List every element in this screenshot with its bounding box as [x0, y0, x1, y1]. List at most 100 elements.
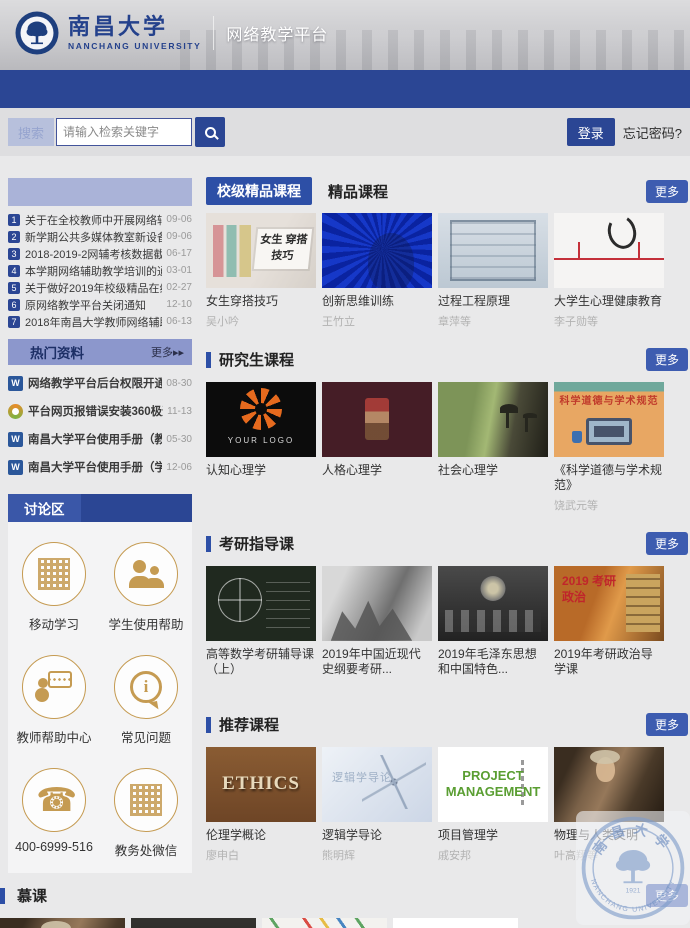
- course-title[interactable]: 逻辑学导论: [322, 828, 432, 844]
- course-card[interactable]: ETHICS 伦理学概论 廖申白: [206, 747, 316, 863]
- course-title[interactable]: 女生穿搭技巧: [206, 294, 316, 310]
- nav-item[interactable]: [128, 85, 140, 93]
- discussion-shortcut[interactable]: 常见问题: [102, 655, 190, 746]
- course-title[interactable]: 社会心理学: [438, 463, 548, 479]
- shortcut-circle[interactable]: [114, 542, 178, 606]
- course-card[interactable]: 学术基本要素：专业论文写作: [262, 918, 387, 928]
- course-card[interactable]: 前进中的物理学与人类文明 尹澜: [131, 918, 256, 928]
- discussion-shortcut[interactable]: 移动学习: [10, 542, 98, 633]
- course-thumbnail[interactable]: 女生 穿搭技巧: [206, 213, 316, 288]
- course-thumbnail[interactable]: [322, 566, 432, 641]
- course-title[interactable]: 高等数学考研辅导课（上）: [206, 647, 316, 678]
- news-item[interactable]: 2 新学期公共多媒体教室新设备使... 09-06: [8, 228, 192, 245]
- hot-material-item[interactable]: 南昌大学平台使用手册（教师） 05-30: [8, 425, 192, 453]
- course-title[interactable]: 2019年考研政治导学课: [554, 647, 664, 678]
- course-title[interactable]: 2019年毛泽东思想和中国特色...: [438, 647, 548, 678]
- course-thumbnail[interactable]: [438, 566, 548, 641]
- news-item[interactable]: 1 关于在全校教师中开展网络辅助... 09-06: [8, 211, 192, 228]
- news-item[interactable]: 4 本学期网络辅助教学培训的通知 03-01: [8, 262, 192, 279]
- course-thumbnail[interactable]: [131, 918, 256, 928]
- news-title[interactable]: 关于做好2019年校级精品在线...: [25, 280, 162, 296]
- featured-badge-button[interactable]: 校级精品课程: [206, 177, 312, 205]
- course-thumbnail[interactable]: 2019 考研政治: [554, 566, 664, 641]
- news-title[interactable]: 关于在全校教师中开展网络辅助...: [25, 212, 162, 228]
- course-thumbnail[interactable]: PROJECT MANAGEMENT: [393, 918, 518, 928]
- hot-material-item[interactable]: 网络教学平台后台权限开通申请... 08-30: [8, 369, 192, 397]
- hot-material-title[interactable]: 网络教学平台后台权限开通申请...: [28, 375, 162, 391]
- news-item[interactable]: 5 关于做好2019年校级精品在线... 02-27: [8, 279, 192, 296]
- more-button[interactable]: 更多: [646, 180, 688, 203]
- course-card[interactable]: 科学道德与学术规范 《科学道德与学术规范》 饶武元等: [554, 382, 664, 513]
- course-title[interactable]: 认知心理学: [206, 463, 316, 479]
- course-card[interactable]: 女生 穿搭技巧 女生穿搭技巧 吴小吟: [206, 213, 316, 329]
- search-input[interactable]: [56, 118, 192, 146]
- course-title[interactable]: 伦理学概论: [206, 828, 316, 844]
- forgot-password-link[interactable]: 忘记密码?: [623, 123, 682, 142]
- hot-material-item[interactable]: 南昌大学平台使用手册（学生） 12-06: [8, 453, 192, 481]
- shortcut-circle[interactable]: [22, 768, 86, 832]
- news-title[interactable]: 本学期网络辅助教学培训的通知: [25, 263, 162, 279]
- more-button[interactable]: 更多: [646, 713, 688, 736]
- news-tab[interactable]: [8, 178, 100, 206]
- shortcut-circle[interactable]: [114, 655, 178, 719]
- course-thumbnail[interactable]: 逻辑学导论: [322, 747, 432, 822]
- shortcut-circle[interactable]: [22, 655, 86, 719]
- course-thumbnail[interactable]: [322, 382, 432, 457]
- course-card[interactable]: 人格心理学: [322, 382, 432, 513]
- course-thumbnail[interactable]: 科学道德与学术规范: [554, 382, 664, 457]
- news-title[interactable]: 原网络教学平台关闭通知: [25, 297, 162, 313]
- news-item[interactable]: 3 2018-2019-2网辅考核数据截止... 06-17: [8, 245, 192, 262]
- course-card[interactable]: PROJECT MANAGEMENT 项目管理学 戚安邦: [393, 918, 518, 928]
- course-title[interactable]: 2019年中国近现代史纲要考研...: [322, 647, 432, 678]
- course-card[interactable]: PROJECT MANAGEMENT 项目管理学 戚安邦: [438, 747, 548, 863]
- news-title[interactable]: 新学期公共多媒体教室新设备使...: [25, 229, 162, 245]
- news-tab[interactable]: [100, 178, 192, 206]
- course-card[interactable]: 过程工程原理 章萍等: [438, 213, 548, 329]
- shortcut-circle[interactable]: [114, 768, 178, 832]
- login-button[interactable]: 登录: [567, 118, 615, 146]
- nav-item[interactable]: [166, 85, 178, 93]
- course-title[interactable]: 过程工程原理: [438, 294, 548, 310]
- course-card[interactable]: 大学生心理健康教育 李子勋等: [554, 213, 664, 329]
- discussion-shortcut[interactable]: 教师帮助中心: [10, 655, 98, 746]
- hot-material-item[interactable]: 平台网页报错误安装360极速浏... 11-13: [8, 397, 192, 425]
- course-card[interactable]: 物理与人类文明 叶高翔等: [0, 918, 125, 928]
- news-item[interactable]: 6 原网络教学平台关闭通知 12-10: [8, 296, 192, 313]
- course-thumbnail[interactable]: [322, 213, 432, 288]
- course-title[interactable]: 人格心理学: [322, 463, 432, 479]
- news-title[interactable]: 2018-2019-2网辅考核数据截止...: [25, 246, 162, 262]
- course-card[interactable]: YOUR LOGO 认知心理学: [206, 382, 316, 513]
- course-thumbnail[interactable]: [438, 382, 548, 457]
- course-thumbnail[interactable]: ETHICS: [206, 747, 316, 822]
- course-thumbnail[interactable]: [262, 918, 387, 928]
- course-card[interactable]: 社会心理学: [438, 382, 548, 513]
- course-card[interactable]: 创新思维训练 王竹立: [322, 213, 432, 329]
- course-thumbnail[interactable]: YOUR LOGO: [206, 382, 316, 457]
- nav-item[interactable]: [204, 85, 216, 93]
- shortcut-circle[interactable]: [22, 542, 86, 606]
- news-item[interactable]: 7 2018年南昌大学教师网络辅助... 06-13: [8, 313, 192, 330]
- course-title[interactable]: 创新思维训练: [322, 294, 432, 310]
- course-card[interactable]: 2019年中国近现代史纲要考研...: [322, 566, 432, 694]
- course-thumbnail[interactable]: [206, 566, 316, 641]
- news-title[interactable]: 2018年南昌大学教师网络辅助...: [25, 314, 162, 330]
- discussion-shortcut[interactable]: 400-6999-516: [10, 768, 98, 859]
- course-thumbnail[interactable]: [0, 918, 125, 928]
- search-button[interactable]: [195, 117, 225, 147]
- nav-item[interactable]: [14, 85, 26, 93]
- nav-item[interactable]: [242, 85, 254, 93]
- nav-item[interactable]: [90, 85, 102, 93]
- course-card[interactable]: 2019年毛泽东思想和中国特色...: [438, 566, 548, 694]
- course-thumbnail[interactable]: PROJECT MANAGEMENT: [438, 747, 548, 822]
- hot-material-title[interactable]: 南昌大学平台使用手册（学生）: [28, 459, 162, 475]
- course-title[interactable]: 《科学道德与学术规范》: [554, 463, 664, 494]
- more-button[interactable]: 更多: [646, 532, 688, 555]
- discussion-shortcut[interactable]: 教务处微信: [102, 768, 190, 859]
- nav-item[interactable]: [52, 85, 64, 93]
- more-button[interactable]: 更多: [646, 348, 688, 371]
- course-title[interactable]: 大学生心理健康教育: [554, 294, 664, 310]
- course-card[interactable]: 逻辑学导论 逻辑学导论 熊明辉: [322, 747, 432, 863]
- course-card[interactable]: 高等数学考研辅导课（上）: [206, 566, 316, 694]
- discussion-shortcut[interactable]: 学生使用帮助: [102, 542, 190, 633]
- hot-material-title[interactable]: 南昌大学平台使用手册（教师）: [28, 431, 162, 447]
